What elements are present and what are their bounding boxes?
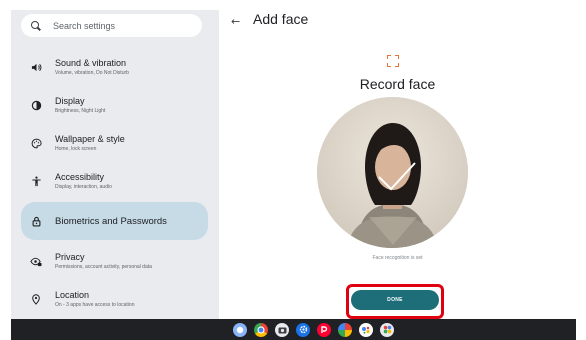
location-pin-icon [29, 292, 43, 306]
sidebar-item-biometrics[interactable]: Biometrics and Passwords [21, 202, 208, 240]
face-status-text: Face recognition is set [372, 255, 423, 261]
sidebar-item-label: Accessibility [55, 171, 105, 182]
sidebar-item-label: Privacy [55, 251, 85, 262]
search-input[interactable] [53, 20, 183, 31]
search-icon [31, 20, 41, 31]
sidebar-item-subtitle: Permissions, account activity, personal … [55, 263, 152, 270]
lock-icon [29, 214, 43, 228]
assistant-icon[interactable] [359, 322, 373, 337]
accessibility-icon [29, 174, 43, 188]
speaker-icon [29, 60, 43, 74]
photos-icon[interactable] [338, 322, 352, 337]
done-button[interactable]: DONE [351, 290, 439, 310]
add-face-panel: ← Add face Record face Face recognition … [219, 10, 576, 319]
sidebar-item-subtitle: Volume, vibration, Do Not Disturb [55, 69, 129, 76]
settings-app-icon[interactable] [296, 322, 310, 337]
sidebar-item-wallpaper[interactable]: Wallpaper & style Home, lock screen [21, 124, 208, 162]
page-title: Add face [253, 11, 309, 27]
sidebar-item-subtitle: On - 3 apps have access to location [55, 301, 135, 308]
sidebar-item-privacy[interactable]: Privacy Permissions, account activity, p… [21, 242, 208, 280]
sidebar-item-sound[interactable]: Sound & vibration Volume, vibration, Do … [21, 48, 208, 86]
sidebar-item-label: Biometrics and Passwords [55, 215, 167, 227]
display-icon [29, 98, 43, 112]
settings-sidebar: Sound & vibration Volume, vibration, Do … [11, 10, 219, 319]
sidebar-item-subtitle: Display, interaction, audio [55, 183, 112, 190]
sidebar-item-subtitle: Brightness, Night Light [55, 107, 106, 114]
sidebar-item-location[interactable]: Location On - 3 apps have access to loca… [21, 280, 208, 318]
face-scan-icon [387, 55, 399, 67]
palette-icon [29, 136, 43, 150]
screen: Sound & vibration Volume, vibration, Do … [11, 10, 576, 319]
checkmark-icon [378, 162, 416, 191]
sidebar-item-subtitle: Home, lock screen [55, 145, 97, 152]
search-bar[interactable] [21, 14, 202, 37]
paypay-icon[interactable] [317, 322, 331, 337]
taskbar-shelf [11, 319, 576, 340]
sidebar-item-accessibility[interactable]: Accessibility Display, interaction, audi… [21, 162, 208, 200]
chrome-icon[interactable] [254, 322, 268, 337]
sidebar-item-display[interactable]: Display Brightness, Night Light [21, 86, 208, 124]
sidebar-item-label: Wallpaper & style [55, 133, 125, 144]
more-apps-icon[interactable] [380, 322, 394, 337]
record-face-title: Record face [359, 76, 436, 92]
camera-icon[interactable] [275, 322, 289, 337]
privacy-icon [29, 254, 43, 268]
back-arrow-icon[interactable]: ← [231, 15, 240, 28]
sidebar-item-label: Location [55, 289, 90, 300]
sidebar-item-label: Display [55, 95, 85, 106]
launcher-icon[interactable] [233, 322, 247, 337]
sidebar-item-label: Sound & vibration [55, 57, 127, 68]
face-photo [317, 97, 468, 248]
